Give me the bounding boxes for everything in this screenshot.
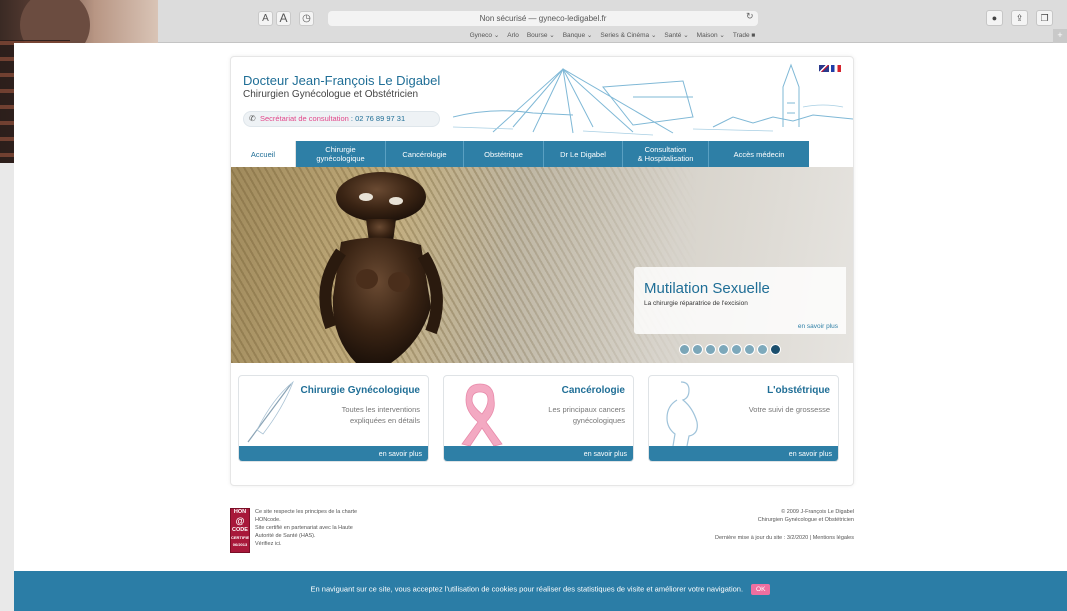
bookmark-item[interactable]: Trade ■: [733, 32, 755, 39]
slider-dot[interactable]: [770, 344, 781, 355]
tabs-icon[interactable]: ❐: [1036, 10, 1053, 26]
nav-obstetrique[interactable]: Obstétrique: [464, 141, 544, 167]
feature-read-more-link[interactable]: en savoir plus: [379, 451, 422, 458]
download-icon[interactable]: ●: [986, 10, 1003, 26]
slide-read-more-link[interactable]: en savoir plus: [798, 323, 838, 330]
slider-dot[interactable]: [705, 344, 716, 355]
site-header: Docteur Jean-François Le Digabel Chirurg…: [231, 57, 853, 141]
new-tab-plus-icon[interactable]: +: [1053, 29, 1067, 43]
nav-acces-medecin[interactable]: Accès médecin: [709, 141, 809, 167]
history-clock-icon[interactable]: ◷: [299, 11, 314, 26]
web-page: Docteur Jean-François Le Digabel Chirurg…: [14, 43, 1067, 611]
slide-title[interactable]: Mutilation Sexuelle: [644, 280, 770, 297]
bookmarks-bar: Gyneco ⌄ Arlo Bourse ⌄ Banque ⌄ Series & Cin…: [158, 29, 1067, 43]
last-update-legal-link[interactable]: Dernière mise à jour du site : 3/2/2020 …: [634, 534, 854, 542]
reload-icon[interactable]: ↻: [746, 11, 754, 22]
feature-bar: en savoir plus: [649, 446, 838, 461]
site-subtitle: Chirurgien Gynécologue et Obstétricien: [243, 89, 419, 100]
feature-description: Les principaux cancers gynécologiques: [548, 405, 625, 425]
feature-title: Cancérologie: [561, 385, 625, 396]
phone-contact-box: ✆ Secrétariat de consultation : 02 76 89…: [243, 111, 440, 127]
african-statue-image: [319, 172, 443, 363]
feature-description: Toutes les interventions expliquées en d…: [341, 405, 420, 425]
main-navigation: Accueil Chirurgie gynécologique Cancérol…: [231, 141, 853, 167]
feature-bar: en savoir plus: [239, 446, 428, 461]
feature-card-chirurgie[interactable]: Chirurgie Gynécologique Toutes les inter…: [238, 375, 429, 462]
slider-dot[interactable]: [718, 344, 729, 355]
nav-consultation[interactable]: Consultation & Hospitalisation: [623, 141, 709, 167]
quill-pen-icon: [247, 380, 294, 443]
language-flags: [817, 65, 841, 72]
bookmark-item[interactable]: Maison ⌄: [697, 32, 725, 39]
copyright-subtitle: Chirurgien Gynécologue et Obstétricien: [757, 517, 854, 523]
bookmark-item[interactable]: Banque ⌄: [563, 32, 593, 39]
bookmark-item[interactable]: Santé ⌄: [664, 32, 688, 39]
feature-description: Votre suivi de grossesse: [748, 405, 830, 414]
french-flag-icon[interactable]: [831, 65, 841, 72]
phone-number[interactable]: : 02 76 89 97 31: [349, 114, 405, 123]
verify-link[interactable]: Vérifiez ici.: [255, 540, 357, 548]
bookmark-item[interactable]: Series & Cinéma ⌄: [600, 32, 656, 39]
cookie-message: En naviguant sur ce site, vous acceptez …: [310, 584, 744, 594]
nav-dr-le-digabel[interactable]: Dr Le Digabel: [544, 141, 623, 167]
site-container: Docteur Jean-François Le Digabel Chirurg…: [230, 56, 854, 486]
slide-caption: Mutilation Sexuelle La chirurgie réparat…: [634, 267, 846, 334]
slider-dot[interactable]: [692, 344, 703, 355]
address-bar[interactable]: Non sécurisé — gyneco-ledigabel.fr: [328, 11, 758, 26]
text-larger-button[interactable]: A: [276, 11, 291, 26]
slider-dot[interactable]: [757, 344, 768, 355]
site-title[interactable]: Docteur Jean-François Le Digabel: [243, 73, 440, 88]
feature-read-more-link[interactable]: en savoir plus: [789, 451, 832, 458]
text-smaller-button[interactable]: A: [258, 11, 273, 26]
slide-subtitle: La chirurgie réparatrice de l'excision: [644, 300, 748, 307]
bookmark-item[interactable]: Gyneco ⌄: [470, 32, 500, 39]
slider-dot[interactable]: [744, 344, 755, 355]
nantes-skyline-illustration: [453, 63, 853, 136]
feature-bar: en savoir plus: [444, 446, 633, 461]
footer-copyright: © 2009 J-François Le Digabel Chirurgien …: [634, 508, 854, 542]
feature-title: L'obstétrique: [767, 385, 830, 396]
browser-toolbar: A A ◷ Non sécurisé — gyneco-ledigabel.fr…: [158, 0, 1067, 43]
nav-cancerologie[interactable]: Cancérologie: [386, 141, 464, 167]
honcode-logo[interactable]: HON @ CODE CERTIFIE 06/2013: [230, 508, 250, 553]
share-icon[interactable]: ⇪: [1011, 10, 1028, 26]
feature-title: Chirurgie Gynécologique: [300, 385, 420, 396]
slider-dot[interactable]: [679, 344, 690, 355]
bookmark-item[interactable]: Arlo: [507, 32, 519, 39]
nav-chirurgie[interactable]: Chirurgie gynécologique: [296, 141, 386, 167]
honcode-text: Ce site respecte les principes de la cha…: [255, 509, 358, 548]
copyright-text: © 2009 J-François Le Digabel: [781, 509, 854, 515]
hero-slider: Mutilation Sexuelle La chirurgie réparat…: [231, 167, 853, 363]
feature-card-obstetrique[interactable]: L'obstétrique Votre suivi de grossesse e…: [648, 375, 839, 462]
cookie-banner: En naviguant sur ce site, vous acceptez …: [14, 571, 1067, 611]
feature-card-cancerologie[interactable]: Cancérologie Les principaux cancers gyné…: [443, 375, 634, 462]
cookie-ok-button[interactable]: OK: [751, 584, 771, 595]
phone-icon: ✆: [249, 114, 256, 123]
pregnant-silhouette-icon: [666, 381, 698, 447]
nav-accueil[interactable]: Accueil: [231, 141, 296, 167]
english-flag-icon[interactable]: [819, 65, 829, 72]
feature-read-more-link[interactable]: en savoir plus: [584, 451, 627, 458]
slider-pagination: [679, 342, 783, 355]
phone-label: Secrétariat de consultation: [260, 114, 349, 123]
pink-ribbon-icon: [461, 383, 503, 447]
bookmark-item[interactable]: Bourse ⌄: [527, 32, 555, 39]
slider-dot[interactable]: [731, 344, 742, 355]
footer-certification: HON @ CODE CERTIFIE 06/2013 Ce site resp…: [230, 508, 430, 560]
